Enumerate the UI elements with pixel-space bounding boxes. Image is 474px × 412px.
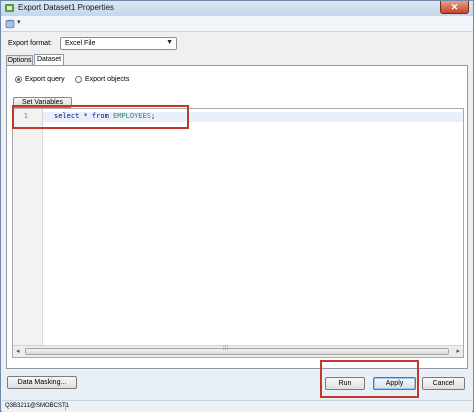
scroll-left-icon[interactable]: ◂ <box>16 347 20 355</box>
scroll-right-icon[interactable]: ▸ <box>456 347 460 355</box>
content-panel: Export format: Excel File ▼ Options Data… <box>2 33 472 371</box>
status-bar: Q3B3211@SMOBCST1 <box>2 400 472 412</box>
cancel-button[interactable]: Cancel <box>422 377 465 390</box>
export-objects-radio[interactable] <box>75 76 82 83</box>
export-format-value: Excel File <box>65 40 96 47</box>
data-masking-button[interactable]: Data Masking... <box>7 376 77 389</box>
window-title: Export Dataset1 Properties <box>18 3 115 12</box>
connection-status: Q3B3211@SMOBCST1 <box>5 403 70 409</box>
query-highlight-box <box>12 105 189 129</box>
chevron-down-icon: ▼ <box>166 39 173 46</box>
export-objects-label: Export objects <box>85 76 130 83</box>
title-bar[interactable]: Export Dataset1 Properties ✕ <box>1 1 473 16</box>
close-button[interactable]: ✕ <box>440 1 469 14</box>
toolbar: ▾ <box>1 16 473 32</box>
horizontal-scrollbar[interactable]: ◂ ⁞⁞⁞ ▸ <box>13 345 463 357</box>
scroll-thumb[interactable] <box>25 348 449 355</box>
app-icon <box>5 4 14 12</box>
db-icon[interactable] <box>5 19 15 29</box>
line-gutter <box>13 109 43 346</box>
export-format-select[interactable]: Excel File ▼ <box>60 37 177 50</box>
sql-editor[interactable]: 1 select * from EMPLOYEES; ◂ ⁞⁞⁞ ▸ <box>12 108 464 358</box>
export-format-label: Export format: <box>8 40 52 47</box>
export-query-radio[interactable] <box>15 76 22 83</box>
run-apply-highlight-box <box>320 360 419 398</box>
scroll-grip-icon: ⁞⁞⁞ <box>223 346 229 352</box>
export-query-label: Export query <box>25 76 65 83</box>
dialog-window: Export Dataset1 Properties ✕ ▾ Export fo… <box>0 0 474 412</box>
toolbar-dropdown-icon[interactable]: ▾ <box>17 18 21 26</box>
status-divider <box>65 402 66 411</box>
